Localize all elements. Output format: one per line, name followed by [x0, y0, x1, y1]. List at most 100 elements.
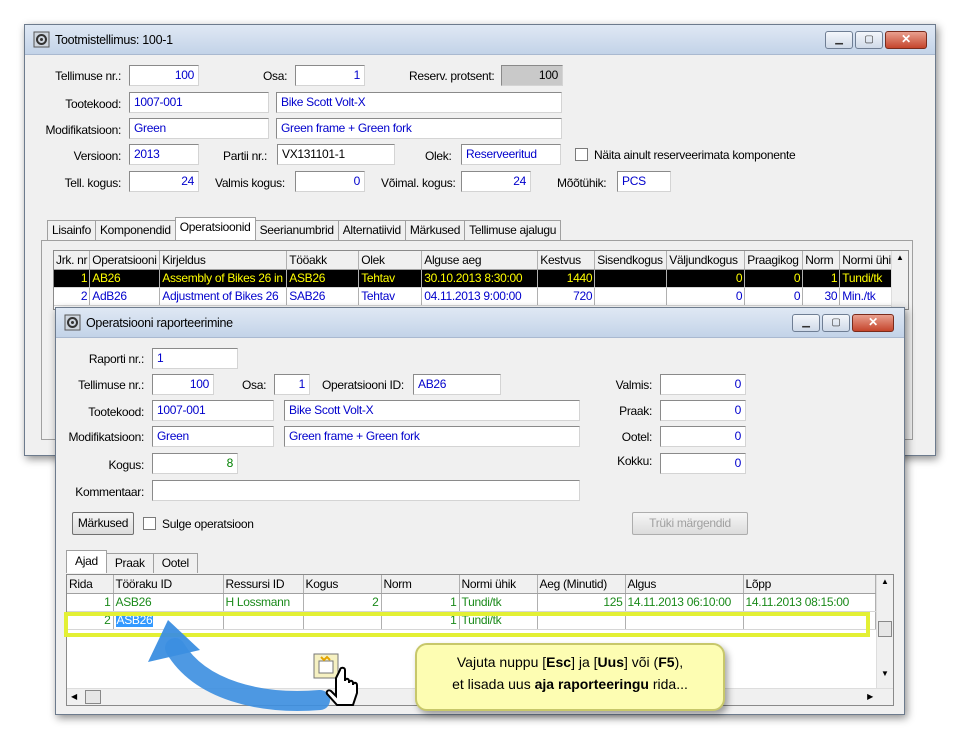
product-name-field[interactable]: Bike Scott Volt-X — [276, 92, 562, 113]
col-norm[interactable]: Norm — [802, 251, 841, 270]
col-algus[interactable]: Algus — [625, 575, 744, 594]
modification-field[interactable]: Green — [129, 118, 269, 139]
unit-field[interactable]: PCS — [617, 171, 671, 192]
notes-button[interactable]: Märkused — [72, 512, 134, 535]
possible-qty-field[interactable]: 24 — [461, 171, 531, 192]
key-new: Uus — [597, 654, 624, 670]
minimize-button[interactable]: ▁ — [825, 31, 853, 49]
col-aeg[interactable]: Aeg (Minutid) — [537, 575, 626, 594]
hscroll-thumb[interactable] — [85, 690, 101, 704]
maximize-button[interactable]: ▢ — [855, 31, 883, 49]
cell: H Lossmann — [223, 593, 304, 612]
col-ressursi-id[interactable]: Ressursi ID — [223, 575, 304, 594]
product-code-field[interactable]: 1007-001 — [152, 400, 274, 421]
scroll-right-icon[interactable]: ▶ — [867, 692, 873, 701]
callout-text: Vajuta nuppu [ — [456, 654, 547, 670]
col-sisendkogus[interactable]: Sisendkogus — [594, 251, 668, 270]
order-no-field[interactable]: 100 — [152, 374, 214, 395]
times-scrollbar[interactable]: ▲ ▼ — [876, 575, 893, 688]
unit-label: Mõõtühik: — [557, 176, 607, 190]
tab-komponendid[interactable]: Komponendid — [94, 220, 176, 240]
tab-tellimuse-ajalugu[interactable]: Tellimuse ajalugu — [464, 220, 562, 240]
tab-lisainfo[interactable]: Lisainfo — [47, 220, 96, 240]
col-normi-uhik[interactable]: Normi ühik — [459, 575, 538, 594]
col-valjundkogus[interactable]: Väljundkogus — [666, 251, 746, 270]
tab-operatsioonid[interactable]: Operatsioonid — [174, 217, 256, 240]
cell — [625, 611, 744, 630]
total-field: 0 — [660, 453, 746, 474]
operations-grid[interactable]: Jrk. nr Operatsiooni Kirjeldus Tööakk Ol… — [53, 250, 909, 310]
editing-cell[interactable]: ASB26 — [115, 613, 154, 627]
cell — [537, 611, 626, 630]
part-field[interactable]: 1 — [274, 374, 310, 395]
table-row[interactable]: 2 AdB26 Adjustment of Bikes 26 SAB26 Teh… — [54, 287, 900, 306]
done-qty-field[interactable]: 0 — [295, 171, 365, 192]
product-code-field[interactable]: 1007-001 — [129, 92, 269, 113]
modification-desc-field[interactable]: Green frame + Green fork — [284, 426, 580, 447]
tab-alternatiivid[interactable]: Alternatiivid — [337, 220, 406, 240]
ops-scrollbar[interactable]: ▲ — [891, 251, 908, 309]
col-alguse-aeg[interactable]: Alguse aeg — [421, 251, 539, 270]
col-kestvus[interactable]: Kestvus — [537, 251, 596, 270]
op-id-field[interactable]: AB26 — [413, 374, 501, 395]
ordered-qty-field[interactable]: 24 — [129, 171, 199, 192]
cell: 0 — [744, 269, 804, 288]
close-operation-label: Sulge operatsioon — [162, 517, 254, 531]
scroll-up-icon[interactable]: ▲ — [881, 577, 889, 586]
scroll-up-icon[interactable]: ▲ — [896, 253, 904, 262]
scroll-thumb[interactable] — [878, 621, 892, 637]
minimize-button[interactable]: ▁ — [792, 314, 820, 332]
part-field[interactable]: 1 — [295, 65, 365, 86]
close-button[interactable]: ✕ — [852, 314, 894, 332]
col-operatsioon[interactable]: Operatsiooni — [89, 251, 161, 270]
qty-field[interactable]: 8 — [152, 453, 238, 474]
batch-field[interactable]: VX131101-1 — [277, 144, 395, 165]
modification-desc-field[interactable]: Green frame + Green fork — [276, 118, 562, 139]
product-name-field[interactable]: Bike Scott Volt-X — [284, 400, 580, 421]
tab-markused[interactable]: Märkused — [404, 220, 466, 240]
col-norm[interactable]: Norm — [381, 575, 460, 594]
report-title-bar[interactable]: Operatsiooni raporteerimine ▁ ▢ ✕ — [56, 308, 904, 338]
scrap-field[interactable]: 0 — [660, 400, 746, 421]
cell: Adjustment of Bikes 26 — [159, 287, 288, 306]
wait-field[interactable]: 0 — [660, 426, 746, 447]
callout-text: ] või ( — [623, 654, 659, 670]
table-row[interactable]: 1 AB26 Assembly of Bikes 26 in ASB26 Teh… — [54, 269, 900, 288]
table-row[interactable]: 2 ASB26 1 Tundi/tk — [67, 611, 876, 630]
tab-praak[interactable]: Praak — [105, 553, 154, 573]
scroll-down-icon[interactable]: ▼ — [881, 669, 889, 678]
tab-seerianumbrid[interactable]: Seerianumbrid — [254, 220, 339, 240]
show-unreserved-checkbox[interactable] — [575, 148, 588, 161]
title-bar[interactable]: Tootmistellimus: 100-1 ▁ ▢ ✕ — [25, 25, 935, 55]
print-labels-button[interactable]: Trüki märgendid — [632, 512, 748, 535]
close-operation-checkbox[interactable] — [143, 517, 156, 530]
comment-field[interactable] — [152, 480, 580, 501]
col-kirjeldus[interactable]: Kirjeldus — [159, 251, 288, 270]
ordered-qty-label: Tell. kogus: — [64, 176, 122, 190]
col-rida[interactable]: Rida — [67, 575, 114, 594]
report-no-field[interactable]: 1 — [152, 348, 238, 369]
col-olek[interactable]: Olek — [358, 251, 423, 270]
col-tooakk[interactable]: Tööakk — [286, 251, 360, 270]
callout-emphasis: aja raporteeringu — [534, 676, 649, 692]
tab-ootel[interactable]: Ootel — [152, 553, 198, 573]
maximize-button[interactable]: ▢ — [822, 314, 850, 332]
modification-field[interactable]: Green — [152, 426, 274, 447]
cell[interactable]: ASB26 — [113, 611, 224, 630]
cell: 0 — [666, 287, 746, 306]
cell: 1 — [802, 269, 841, 288]
col-lopp[interactable]: Lõpp — [743, 575, 876, 594]
col-toorakku-id[interactable]: Tööraku ID — [113, 575, 224, 594]
col-jrk[interactable]: Jrk. nr — [54, 251, 91, 270]
version-field[interactable]: 2013 — [129, 144, 199, 165]
scroll-left-icon[interactable]: ◀ — [71, 692, 77, 701]
col-kogus[interactable]: Kogus — [303, 575, 382, 594]
col-praagikog[interactable]: Praagikog — [744, 251, 804, 270]
table-row[interactable]: 1 ASB26 H Lossmann 2 1 Tundi/tk 125 14.1… — [67, 593, 876, 612]
tab-ajad[interactable]: Ajad — [66, 550, 107, 573]
done-field[interactable]: 0 — [660, 374, 746, 395]
status-field[interactable]: Reserveeritud — [461, 144, 561, 165]
order-no-field[interactable]: 100 — [129, 65, 199, 86]
cell: AdB26 — [89, 287, 161, 306]
close-button[interactable]: ✕ — [885, 31, 927, 49]
